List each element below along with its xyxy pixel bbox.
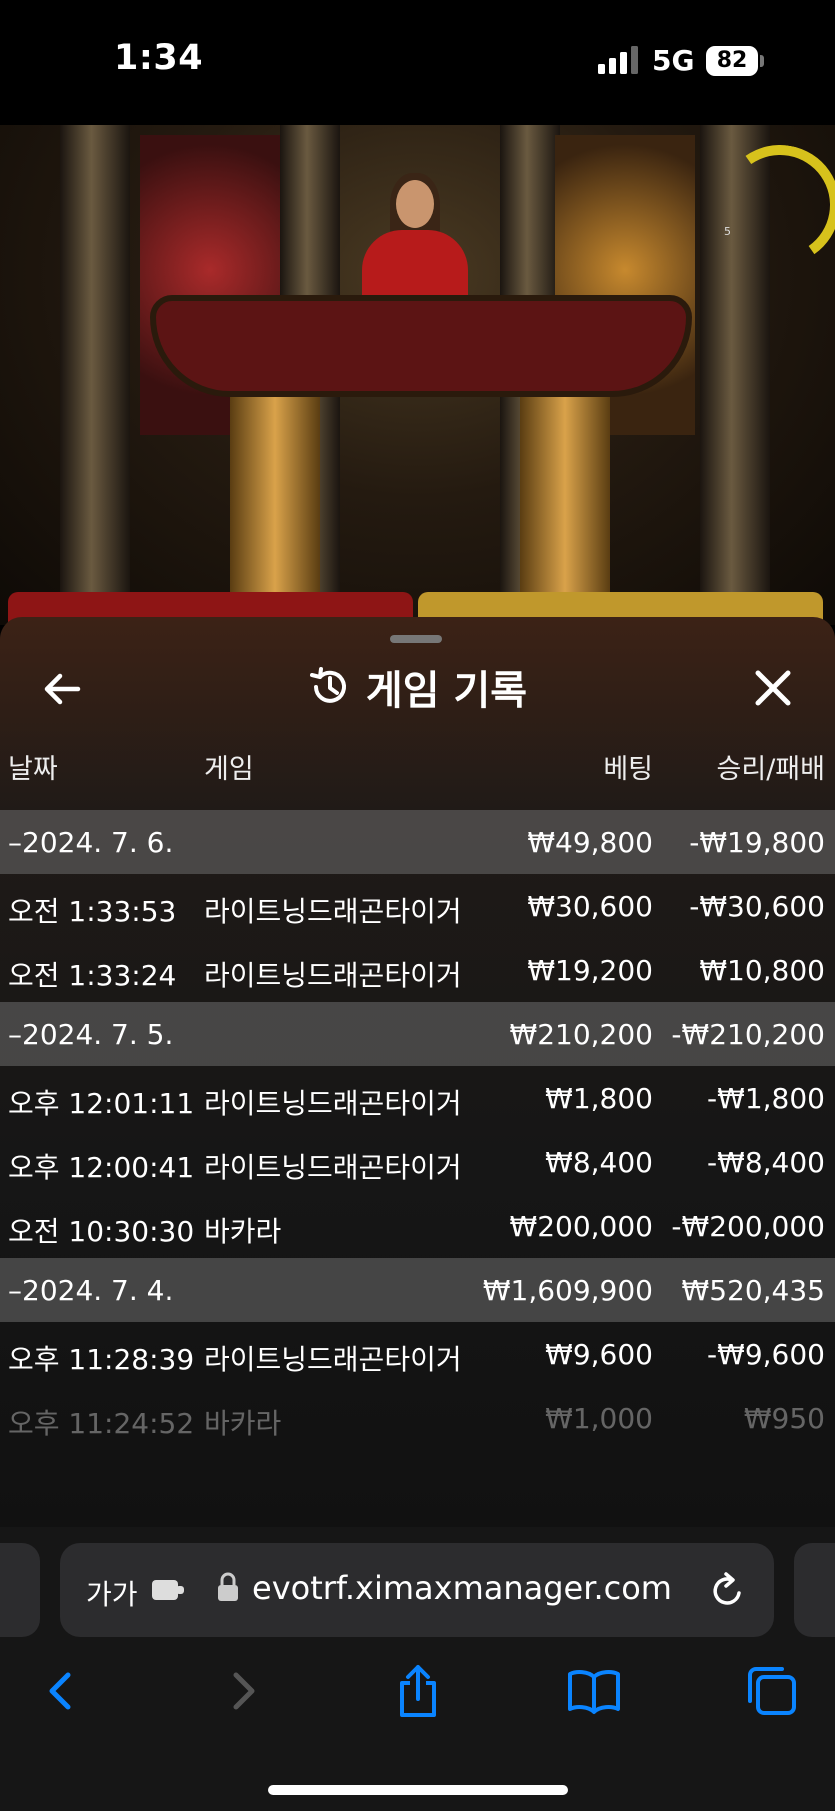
live-video[interactable]: 5 [0, 125, 835, 625]
next-tab[interactable] [794, 1543, 835, 1637]
row-result: ₩520,435 [681, 1274, 825, 1307]
date-group-row[interactable]: –2024. 7. 5. ₩210,200 -₩210,200 [0, 1002, 835, 1066]
game-history-sheet: 게임 기록 날짜 게임 베팅 승리/패배 –2024. 7. 6. ₩49,800… [0, 617, 835, 1527]
dealer-body [362, 230, 468, 305]
row-bet: ₩19,200 [527, 954, 653, 987]
row-bet: ₩30,600 [527, 890, 653, 923]
row-bet: ₩1,000 [545, 1402, 653, 1435]
network-type: 5G [652, 44, 695, 77]
status-bar: 1:34 5G 82 [0, 0, 835, 125]
table-leg [520, 395, 610, 625]
row-time: 오후 12:01:11 [8, 1087, 195, 1120]
row-result: -₩1,800 [707, 1082, 825, 1115]
history-row: 오전 10:30:30 바카라 ₩200,000 -₩200,000 [0, 1194, 835, 1258]
row-bet: ₩8,400 [545, 1146, 653, 1179]
row-bet: ₩200,000 [509, 1210, 653, 1243]
history-row: 오후 12:00:41 라이트닝드래곤타이거 ₩8,400 -₩8,400 [0, 1130, 835, 1194]
row-bet: ₩49,800 [527, 826, 653, 859]
row-bet: ₩1,609,900 [482, 1274, 653, 1307]
sheet-title: 게임 기록 [365, 668, 528, 714]
chevron-left-icon[interactable] [34, 1663, 90, 1719]
previous-tab[interactable] [0, 1543, 40, 1637]
close-icon[interactable] [748, 663, 798, 713]
history-icon [309, 667, 346, 703]
browser-toolbar: 가가 evotrf.ximaxmanager.com [0, 1527, 835, 1811]
tabs-icon[interactable] [744, 1663, 800, 1719]
row-time: –2024. 7. 5. [8, 1018, 174, 1051]
battery-tip [760, 55, 764, 67]
row-time: 오전 1:33:24 [8, 959, 177, 992]
row-game: 라이트닝드래곤타이거 [204, 1343, 462, 1376]
history-row: 오후 11:28:39 라이트닝드래곤타이거 ₩9,600 -₩9,600 [0, 1322, 835, 1386]
col-result: 승리/패배 [716, 754, 825, 785]
row-bet: ₩210,200 [509, 1018, 653, 1051]
history-row: 오후 11:24:52 바카라 ₩1,000 ₩950 [0, 1386, 835, 1450]
col-date: 날짜 [8, 754, 58, 785]
share-icon[interactable] [390, 1663, 446, 1719]
row-game: 라이트닝드래곤타이거 [204, 959, 462, 992]
row-result: -₩210,200 [671, 1018, 825, 1051]
row-result: -₩8,400 [707, 1146, 825, 1179]
row-result: ₩10,800 [699, 954, 825, 987]
dealer [396, 180, 434, 228]
history-row: 오전 1:33:53 라이트닝드래곤타이거 ₩30,600 -₩30,600 [0, 874, 835, 938]
row-time: 오전 1:33:53 [8, 895, 177, 928]
row-bet: ₩1,800 [545, 1082, 653, 1115]
signal-icon [598, 46, 638, 74]
history-row: 오후 12:01:11 라이트닝드래곤타이거 ₩1,800 -₩1,800 [0, 1066, 835, 1130]
row-time: 오전 10:30:30 [8, 1215, 195, 1248]
timer-value: 5 [724, 225, 731, 238]
row-result: -₩30,600 [689, 890, 825, 923]
row-time: 오후 11:28:39 [8, 1343, 195, 1376]
row-game: 라이트닝드래곤타이거 [204, 1151, 462, 1184]
chevron-right-icon[interactable] [214, 1663, 270, 1719]
row-time: –2024. 7. 6. [8, 826, 174, 859]
row-result: -₩19,800 [689, 826, 825, 859]
status-time: 1:34 [114, 38, 204, 78]
home-indicator[interactable] [268, 1785, 568, 1795]
column-headers: 날짜 게임 베팅 승리/패배 [0, 737, 835, 787]
col-bet: 베팅 [603, 754, 653, 785]
row-result: -₩200,000 [671, 1210, 825, 1243]
lock-icon [218, 1572, 238, 1601]
row-game: 라이트닝드래곤타이거 [204, 1087, 462, 1120]
row-time: 오후 12:00:41 [8, 1151, 195, 1184]
row-bet: ₩9,600 [545, 1338, 653, 1371]
url-text[interactable]: evotrf.ximaxmanager.com [252, 1569, 672, 1607]
row-game: 바카라 [204, 1215, 282, 1248]
row-result: ₩950 [743, 1402, 825, 1435]
text-size-button[interactable]: 가가 [86, 1573, 138, 1613]
extension-icon[interactable] [150, 1577, 186, 1603]
row-game: 라이트닝드래곤타이거 [204, 895, 462, 928]
book-icon[interactable] [566, 1663, 622, 1719]
battery-icon: 82 [706, 46, 758, 76]
history-row: 오전 1:33:24 라이트닝드래곤타이거 ₩19,200 ₩10,800 [0, 938, 835, 1002]
sheet-header: 게임 기록 [0, 657, 835, 717]
row-time: –2024. 7. 4. [8, 1274, 174, 1307]
row-time: 오후 11:24:52 [8, 1407, 195, 1440]
reload-icon[interactable] [708, 1571, 748, 1611]
col-game: 게임 [204, 754, 254, 785]
sheet-drag-handle[interactable] [390, 635, 442, 643]
date-group-row[interactable]: –2024. 7. 4. ₩1,609,900 ₩520,435 [0, 1258, 835, 1322]
row-game: 바카라 [204, 1407, 282, 1440]
date-group-row[interactable]: –2024. 7. 6. ₩49,800 -₩19,800 [0, 810, 835, 874]
row-result: -₩9,600 [707, 1338, 825, 1371]
game-table [150, 295, 692, 397]
table-leg [230, 395, 320, 625]
scene-pillar [60, 125, 130, 605]
